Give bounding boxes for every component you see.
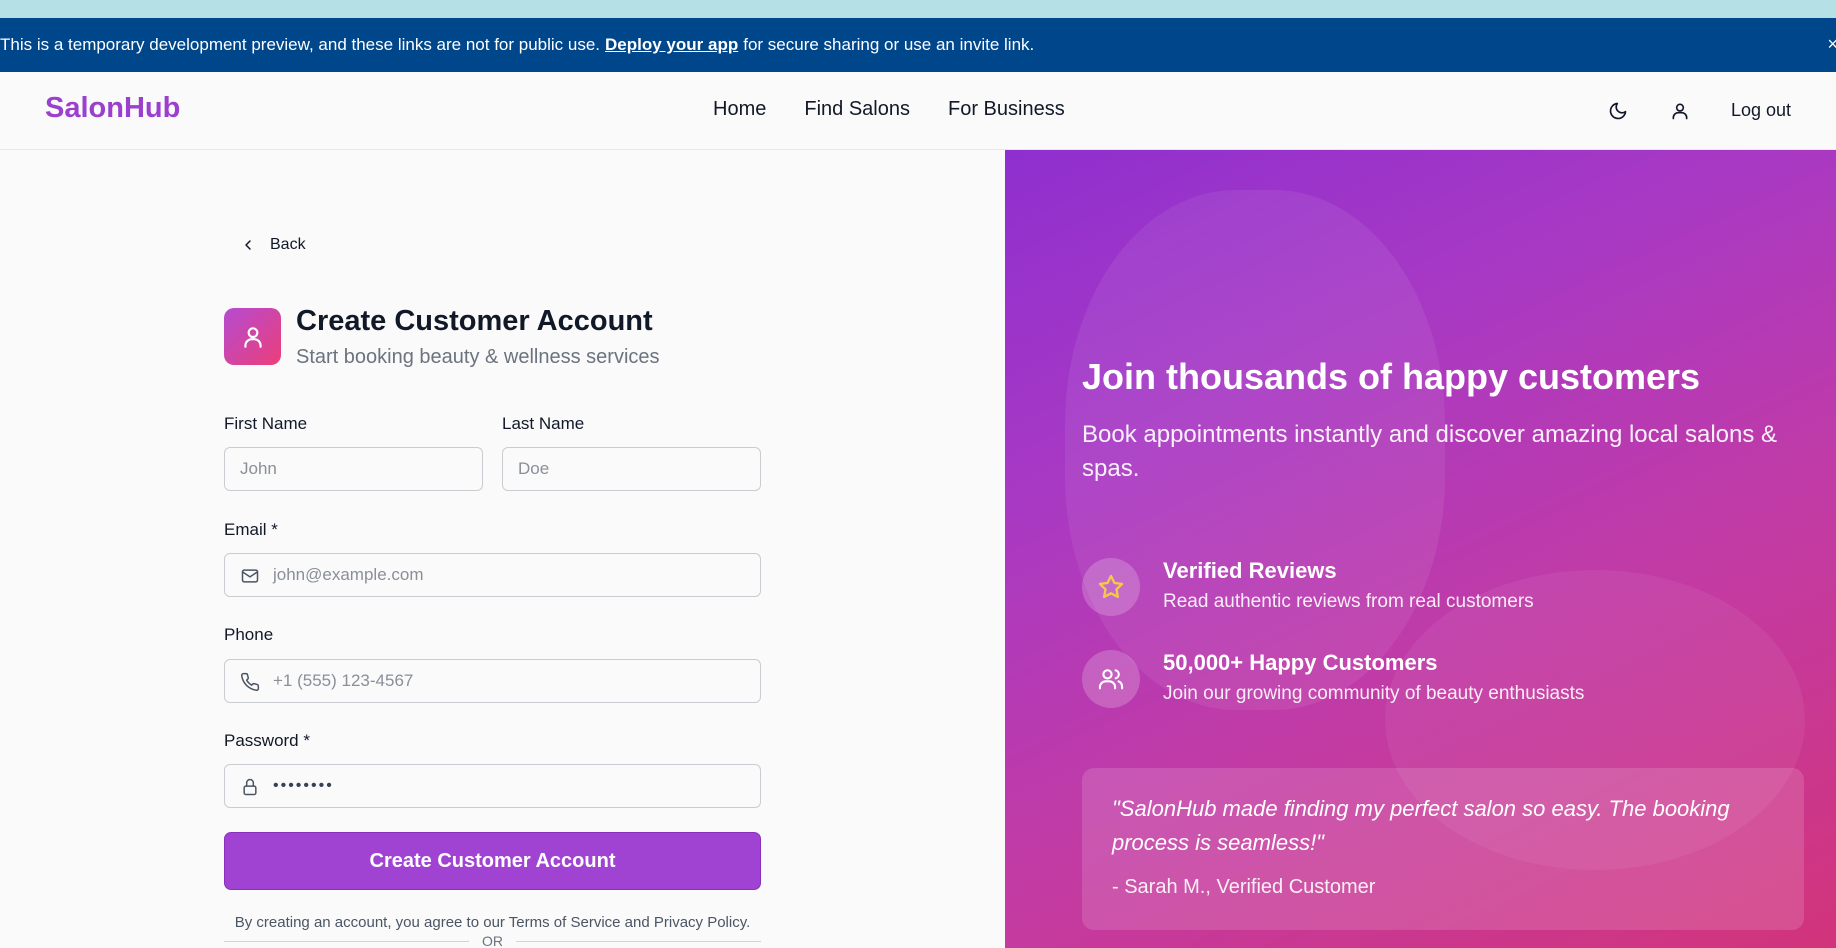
phone-icon — [241, 672, 260, 691]
testimonial-card: "SalonHub made finding my perfect salon … — [1082, 768, 1804, 930]
page-subtitle: Start booking beauty & wellness services — [296, 346, 660, 368]
first-name-placeholder: John — [240, 459, 277, 478]
phone-placeholder: +1 (555) 123-4567 — [273, 671, 414, 690]
signup-form-pane: Back Create Customer Account Start booki… — [0, 150, 1005, 948]
nav-links: Home Find Salons For Business — [713, 98, 1103, 121]
last-name-field[interactable]: Doe — [502, 447, 761, 491]
phone-field[interactable]: +1 (555) 123-4567 — [224, 659, 761, 703]
create-account-button[interactable]: Create Customer Account — [224, 832, 761, 890]
last-name-placeholder: Doe — [518, 459, 550, 478]
users-icon — [1082, 650, 1140, 708]
terms-text: By creating an account, you agree to our… — [234, 914, 751, 931]
back-button[interactable]: Back — [240, 236, 306, 254]
password-label: Password * — [224, 731, 310, 750]
password-value: •••••••• — [273, 777, 334, 794]
close-banner-button[interactable]: × — [1827, 34, 1836, 55]
last-name-label: Last Name — [502, 414, 585, 433]
email-label: Email * — [224, 520, 278, 539]
star-icon — [1082, 558, 1140, 616]
testimonial-author: - Sarah M., Verified Customer — [1112, 876, 1376, 898]
banner-text-after: for secure sharing or use an invite link… — [743, 35, 1035, 54]
hero-title: Join thousands of happy customers — [1082, 356, 1701, 397]
browser-top-strip — [0, 0, 1836, 18]
page-title: Create Customer Account — [296, 305, 653, 337]
or-label: OR — [482, 933, 503, 948]
feature-title: Verified Reviews — [1163, 558, 1337, 583]
feature-title: 50,000+ Happy Customers — [1163, 650, 1438, 675]
customer-account-icon — [224, 308, 281, 365]
email-placeholder: john@example.com — [273, 565, 424, 584]
back-label: Back — [270, 236, 306, 253]
phone-label: Phone — [224, 625, 274, 644]
deploy-app-link[interactable]: Deploy your app — [605, 35, 738, 55]
nav-link-find-salons[interactable]: Find Salons — [804, 98, 910, 121]
first-name-label: First Name — [224, 414, 308, 433]
dev-preview-banner: This is a temporary development preview,… — [0, 18, 1836, 72]
hero-panel: Join thousands of happy customers Book a… — [1005, 150, 1836, 948]
email-field[interactable]: john@example.com — [224, 553, 761, 597]
moon-icon[interactable] — [1606, 99, 1630, 123]
chevron-left-icon — [245, 240, 251, 250]
feature-description: Join our growing community of beauty ent… — [1163, 683, 1585, 704]
hero-subtitle: Book appointments instantly and discover… — [1082, 421, 1778, 482]
banner-text: This is a temporary development preview,… — [0, 35, 601, 54]
nav-link-home[interactable]: Home — [713, 98, 766, 121]
mail-icon — [241, 569, 259, 583]
feature-description: Read authentic reviews from real custome… — [1163, 591, 1534, 612]
or-divider: OR — [224, 933, 761, 948]
top-navbar: SalonHub Home Find Salons For Business L… — [0, 72, 1836, 150]
first-name-field[interactable]: John — [224, 447, 483, 491]
logout-button[interactable]: Log out — [1731, 100, 1791, 121]
nav-link-for-business[interactable]: For Business — [948, 98, 1065, 121]
password-field[interactable]: •••••••• — [224, 764, 761, 808]
user-icon[interactable] — [1668, 99, 1692, 123]
brand-logo[interactable]: SalonHub — [45, 92, 180, 125]
lock-icon — [243, 778, 257, 796]
testimonial-quote: "SalonHub made finding my perfect salon … — [1112, 796, 1730, 855]
